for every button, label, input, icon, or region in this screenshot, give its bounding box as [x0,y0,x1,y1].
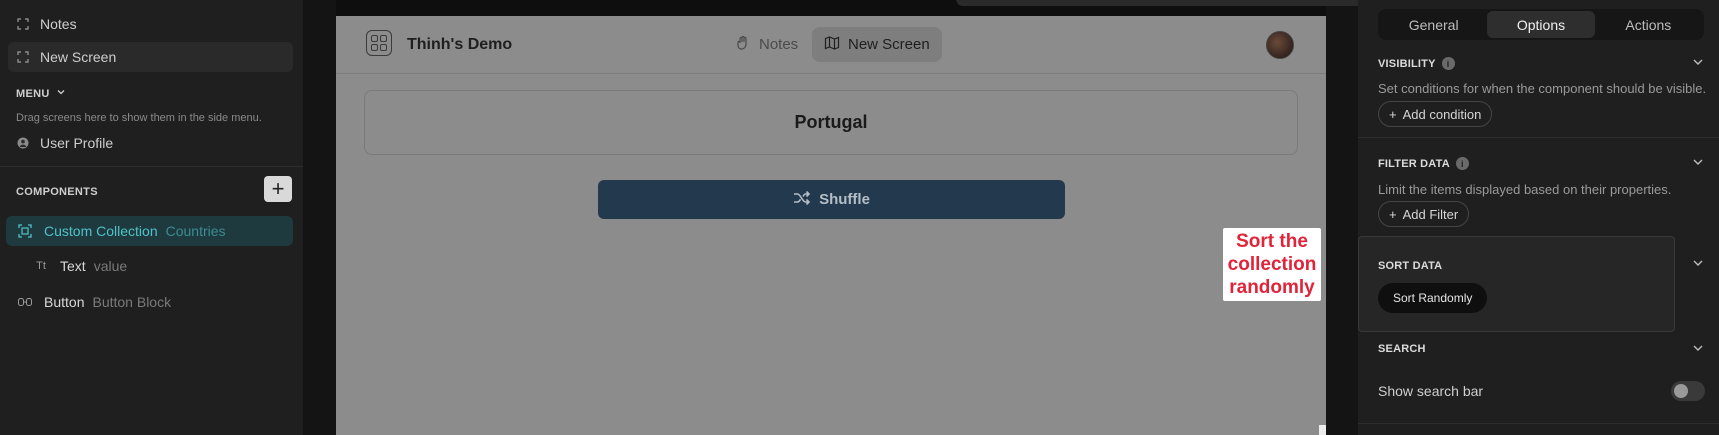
screen-item-new-screen[interactable]: New Screen [8,42,293,72]
panel-tabs: General Options Actions [1378,9,1704,40]
add-component-button[interactable]: + [264,176,292,202]
menu-hint: Drag screens here to show them in the si… [16,112,262,124]
screen-item-label: New Screen [40,49,117,65]
shuffle-icon [793,190,811,209]
info-icon[interactable]: i [1441,57,1455,70]
component-sublabel: Countries [165,223,226,239]
component-button[interactable]: Button Button Block [6,287,293,317]
search-section-title: SEARCH [1378,343,1426,355]
show-search-bar-toggle[interactable] [1671,381,1705,401]
avatar[interactable] [1266,31,1294,59]
nav-tab-label: New Screen [848,36,930,53]
app-preview: Thinh's Demo Notes New Screen Portugal S… [336,16,1326,435]
button-label: Add condition [1402,106,1482,122]
component-label: Custom Collection [44,223,158,239]
chevron-down-icon [56,87,66,100]
menu-title: MENU [16,87,50,100]
component-label: Button [44,294,85,310]
divider [1358,423,1719,424]
component-sublabel: value [93,258,128,274]
sort-section-title: SORT DATA [1378,260,1443,272]
text-icon: Tt [36,260,46,272]
visibility-section-title: VISIBILITY i [1378,57,1455,70]
section-title-text: FILTER DATA [1378,157,1450,170]
screen-icon [16,17,30,31]
hand-icon [735,35,751,55]
resize-handle[interactable] [1319,425,1326,435]
properties-panel: General Options Actions VISIBILITY i Set… [1358,0,1719,435]
app-header: Thinh's Demo Notes New Screen [336,16,1326,74]
component-sublabel: Button Block [92,294,172,310]
annotation-callout: Sort the collection randomly [1223,228,1321,301]
canvas-gutter [1326,0,1358,435]
shuffle-label: Shuffle [819,191,870,208]
section-title-text: VISIBILITY [1378,57,1436,70]
menu-item-label: User Profile [40,135,114,151]
components-section-title: COMPONENTS [16,186,98,198]
chevron-down-icon[interactable] [1692,342,1704,357]
plus-icon: + [1389,206,1397,222]
component-text[interactable]: Tt Text value [6,251,293,281]
component-label: Text [60,258,86,274]
plus-icon: + [1389,106,1397,122]
nav-tab-new-screen[interactable]: New Screen [812,27,942,62]
url-bar [956,0,1406,6]
button-label: Add Filter [1402,206,1459,222]
sort-randomly-button[interactable]: Sort Randomly [1378,283,1488,313]
collection-item-card: Portugal [364,90,1298,155]
browser-chrome [336,0,1406,16]
user-icon [16,136,30,150]
app-logo-icon [366,30,392,56]
filter-description: Limit the items displayed based on their… [1378,182,1672,197]
menu-section-title[interactable]: MENU [16,87,66,100]
add-filter-button[interactable]: + Add Filter [1378,201,1470,227]
collection-icon [16,224,34,238]
nav-tab-label: Notes [759,36,799,53]
country-name: Portugal [794,112,868,132]
component-custom-collection[interactable]: Custom Collection Countries [6,216,293,246]
tab-options[interactable]: Options [1487,11,1595,38]
left-sidebar: Notes New Screen MENU Drag screens here … [0,0,303,435]
show-search-bar-label: Show search bar [1378,383,1484,399]
app-title: Thinh's Demo [407,36,513,53]
divider [0,166,303,167]
canvas-gutter [303,0,336,435]
chevron-down-icon[interactable] [1692,156,1704,171]
add-condition-button[interactable]: + Add condition [1378,101,1493,127]
screen-item-label: Notes [40,16,77,32]
filter-section-title: FILTER DATA i [1378,157,1469,170]
divider [1358,137,1719,138]
screen-icon [16,50,30,64]
screen-item-notes[interactable]: Notes [8,9,293,39]
chevron-down-icon[interactable] [1692,56,1704,71]
plus-icon: + [271,176,285,201]
tab-actions[interactable]: Actions [1595,11,1702,38]
tab-general[interactable]: General [1380,11,1487,38]
info-icon[interactable]: i [1455,157,1469,170]
visibility-description: Set conditions for when the component sh… [1378,81,1707,96]
map-icon [824,35,840,55]
chevron-down-icon[interactable] [1692,257,1704,272]
button-icon [16,298,34,306]
nav-tab-notes[interactable]: Notes [723,27,810,62]
menu-item-user-profile[interactable]: User Profile [8,128,293,158]
shuffle-button[interactable]: Shuffle [598,180,1065,219]
